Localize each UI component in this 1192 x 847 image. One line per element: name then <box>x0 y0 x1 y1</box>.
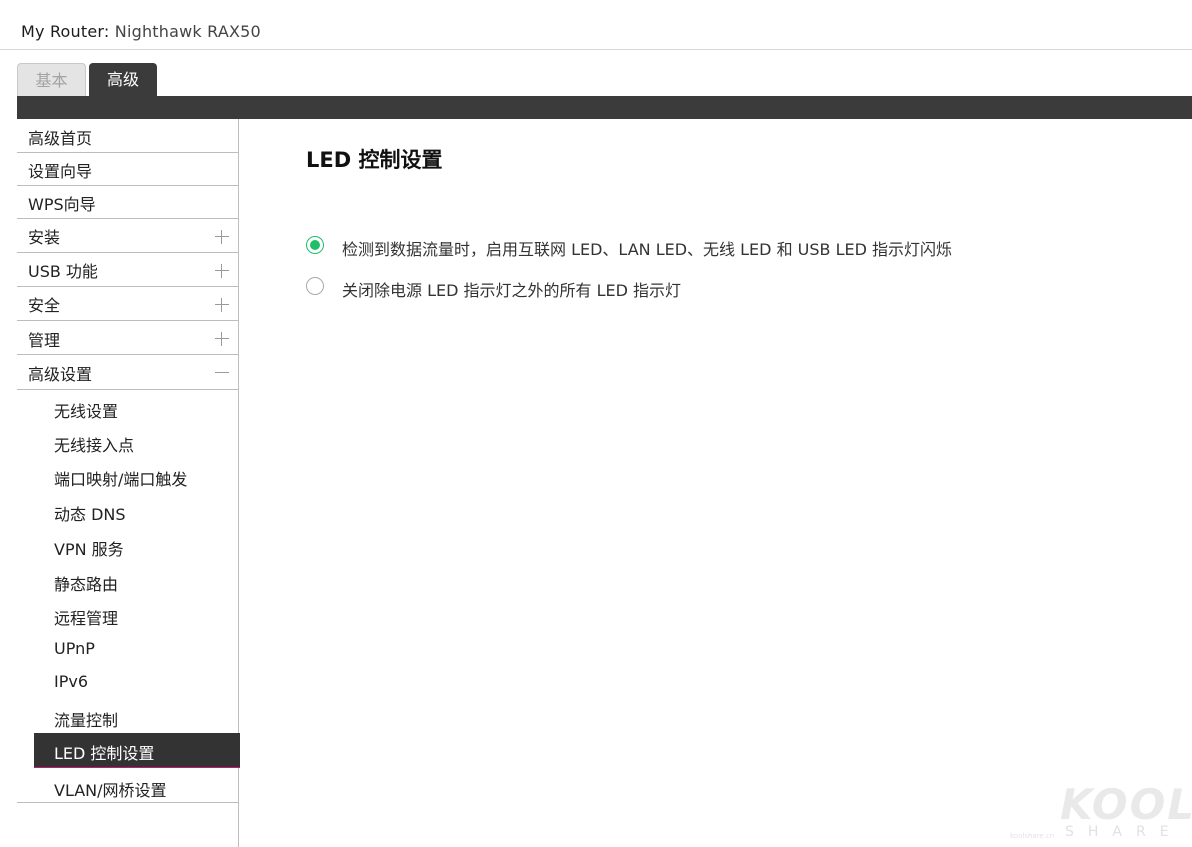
watermark-small-text: koolshare.cn <box>1010 832 1055 840</box>
tab-basic[interactable]: 基本 <box>17 63 86 96</box>
plus-icon[interactable] <box>215 298 229 312</box>
sidebar-subitem-label: LED 控制设置 <box>54 744 155 763</box>
sidebar-item-label: 管理 <box>28 331 61 350</box>
router-label: My Router: <box>21 22 110 41</box>
sidebar-subitem-wireless-settings[interactable]: 无线设置 <box>54 398 118 422</box>
sidebar-item-wps-wizard[interactable]: WPS向导 <box>17 186 238 219</box>
tab-advanced[interactable]: 高级 <box>89 63 157 96</box>
tab-bar-strip <box>17 96 1192 119</box>
sidebar-item-label: 高级设置 <box>28 365 93 384</box>
sidebar-subitem-remote-management[interactable]: 远程管理 <box>54 605 118 629</box>
sidebar-item-setup[interactable]: 安装 <box>17 219 238 253</box>
radio-button-blink[interactable] <box>306 236 324 254</box>
sidebar-item-label: 安全 <box>28 296 61 315</box>
sidebar-subitem-traffic-control[interactable]: 流量控制 <box>54 707 118 731</box>
sidebar-item-advanced-settings[interactable]: 高级设置 <box>17 355 238 390</box>
sidebar-subitem-vpn[interactable]: VPN 服务 <box>54 536 124 560</box>
sidebar-subitem-led-control[interactable]: LED 控制设置 <box>34 733 240 768</box>
sidebar-item-setup-wizard[interactable]: 设置向导 <box>17 153 238 186</box>
sidebar-item-label: 安装 <box>28 228 61 247</box>
radio-label-blink: 检测到数据流量时，启用互联网 LED、LAN LED、无线 LED 和 USB … <box>342 240 953 259</box>
sidebar-item-label: 设置向导 <box>28 162 93 181</box>
sidebar-item-label: WPS向导 <box>28 195 96 214</box>
watermark-logo-text: KOOL <box>1060 780 1192 829</box>
sidebar-subitem-vlan-bridge[interactable]: VLAN/网桥设置 <box>54 777 167 801</box>
sidebar-subitem-ipv6[interactable]: IPv6 <box>54 672 88 691</box>
koolshare-watermark: KOOL SHARE koolshare.cn <box>1010 780 1192 842</box>
plus-icon[interactable] <box>215 332 229 346</box>
main-content: LED 控制设置 检测到数据流量时，启用互联网 LED、LAN LED、无线 L… <box>240 119 1192 847</box>
sidebar-subitem-access-point[interactable]: 无线接入点 <box>54 432 134 456</box>
sidebar-item-advanced-home[interactable]: 高级首页 <box>17 119 238 153</box>
sidebar-subitem-upnp[interactable]: UPnP <box>54 639 95 658</box>
router-model: Nighthawk RAX50 <box>114 22 261 41</box>
minus-icon[interactable] <box>215 366 229 380</box>
top-header: My Router: Nighthawk RAX50 <box>0 0 1192 50</box>
sidebar-divider <box>17 802 238 803</box>
sidebar-subitem-static-routes[interactable]: 静态路由 <box>54 571 118 595</box>
sidebar-subitem-dynamic-dns[interactable]: 动态 DNS <box>54 501 126 525</box>
sidebar-item-management[interactable]: 管理 <box>17 321 238 355</box>
sidebar-item-label: USB 功能 <box>28 262 98 281</box>
router-name: My Router: Nighthawk RAX50 <box>21 22 261 41</box>
sidebar-item-label: 高级首页 <box>28 129 93 148</box>
sidebar-nav: 高级首页 设置向导 WPS向导 安装 USB 功能 安全 管理 高级设置 无线设… <box>17 119 240 847</box>
radio-button-off[interactable] <box>306 277 324 295</box>
watermark-sub-text: SHARE <box>1065 824 1183 840</box>
sidebar-item-security[interactable]: 安全 <box>17 287 238 321</box>
sidebar-item-usb[interactable]: USB 功能 <box>17 253 238 287</box>
plus-icon[interactable] <box>215 230 229 244</box>
page-title: LED 控制设置 <box>306 148 443 172</box>
plus-icon[interactable] <box>215 264 229 278</box>
sidebar-subitem-port-forwarding[interactable]: 端口映射/端口触发 <box>54 466 187 490</box>
radio-label-off: 关闭除电源 LED 指示灯之外的所有 LED 指示灯 <box>342 281 682 300</box>
